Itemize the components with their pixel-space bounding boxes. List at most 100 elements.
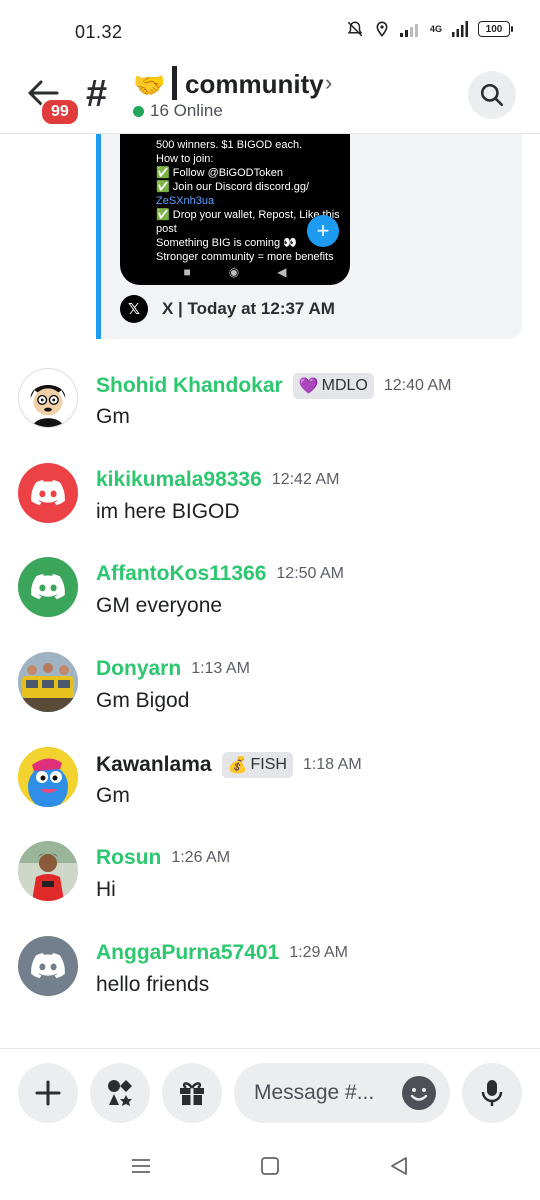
username[interactable]: kikikumala98336 bbox=[96, 468, 262, 492]
network-type: 4G bbox=[429, 23, 442, 34]
timestamp: 1:18 AM bbox=[302, 755, 362, 773]
x-logo-icon: 𝕏 bbox=[120, 295, 148, 323]
avatar[interactable] bbox=[18, 557, 78, 618]
avatar[interactable] bbox=[18, 746, 78, 807]
gift-icon bbox=[180, 1082, 204, 1105]
message-item[interactable]: Shohid Khandokar 💜 MDLO 12:40 AM Gm bbox=[0, 363, 540, 458]
message-header: Donyarn 1:13 AM bbox=[96, 657, 250, 681]
add-attachment-button[interactable] bbox=[18, 1063, 78, 1123]
message-input[interactable] bbox=[254, 1063, 394, 1123]
home-icon[interactable] bbox=[260, 1156, 280, 1176]
tag-icon: 💰 bbox=[227, 756, 248, 774]
channel-divider bbox=[172, 66, 177, 100]
system-navigation-bar bbox=[0, 1140, 540, 1200]
message-header: Shohid Khandokar 💜 MDLO 12:40 AM bbox=[96, 373, 451, 399]
timestamp: 12:42 AM bbox=[271, 470, 340, 488]
message-header: kikikumala98336 12:42 AM bbox=[96, 468, 339, 492]
status-time: 01.32 bbox=[75, 22, 123, 42]
timestamp: 12:40 AM bbox=[383, 377, 452, 394]
message-list: Shohid Khandokar 💜 MDLO 12:40 AM Gm kikik… bbox=[0, 363, 540, 1026]
status-bar: 01.32 4G 100 bbox=[0, 0, 540, 66]
tag-label: MDLO bbox=[321, 377, 368, 394]
menu-icon[interactable] bbox=[131, 1156, 151, 1176]
gift-button[interactable] bbox=[162, 1063, 222, 1123]
avatar[interactable] bbox=[18, 462, 78, 523]
message-item[interactable]: AffantoKos11366 12:50 AM GM everyone bbox=[0, 552, 540, 647]
location-icon bbox=[376, 21, 388, 37]
embed-line: ✅ Follow @BiGODToken bbox=[156, 167, 283, 179]
server-tag[interactable]: 💰 FISH bbox=[221, 751, 293, 778]
signal-icon bbox=[399, 24, 418, 37]
message-header: AffantoKos11366 12:50 AM bbox=[96, 562, 344, 586]
search-icon bbox=[480, 83, 504, 107]
message-composer bbox=[0, 1048, 540, 1140]
timestamp: 1:13 AM bbox=[191, 660, 250, 678]
emoji-button[interactable] bbox=[402, 1076, 436, 1110]
embed-line: Stronger community = more benefits bbox=[156, 251, 334, 263]
channel-emoji: 🤝 bbox=[133, 70, 166, 100]
embed-line: How to join: bbox=[156, 153, 214, 165]
discord-logo-icon bbox=[31, 479, 65, 505]
link-embed[interactable]: 500 winners. $1 BIGOD each. How to join:… bbox=[96, 134, 522, 339]
plus-icon bbox=[35, 1080, 61, 1106]
avatar[interactable] bbox=[18, 841, 78, 902]
avatar[interactable] bbox=[18, 368, 78, 428]
unread-badge: 99 bbox=[40, 98, 80, 126]
server-tag[interactable]: 💜 MDLO bbox=[292, 373, 374, 399]
username[interactable]: AnggaPurna57401 bbox=[96, 941, 279, 965]
embed-navbar: ■ ◉ ◀ bbox=[120, 265, 350, 279]
search-button[interactable] bbox=[468, 71, 516, 119]
plus-icon: + bbox=[307, 215, 339, 247]
message-item[interactable]: Donyarn 1:13 AM Gm Bigod bbox=[0, 647, 540, 742]
timestamp: 1:26 AM bbox=[171, 849, 231, 867]
embed-image[interactable]: 500 winners. $1 BIGOD each. How to join:… bbox=[120, 134, 350, 285]
message-item[interactable]: Rosun 1:26 AM Hi bbox=[0, 836, 540, 931]
emoji-icon bbox=[410, 1088, 428, 1101]
message-input-field[interactable] bbox=[234, 1063, 450, 1123]
username[interactable]: AffantoKos11366 bbox=[96, 562, 266, 586]
message-header: Kawanlama 💰 FISH 1:18 AM bbox=[96, 751, 362, 778]
tag-label: FISH bbox=[250, 755, 287, 773]
signal-icon-2 bbox=[452, 21, 468, 37]
timestamp: 12:50 AM bbox=[276, 565, 344, 583]
embed-line: 500 winners. $1 BIGOD each. bbox=[156, 139, 303, 151]
tag-icon: 💜 bbox=[298, 378, 319, 395]
message-item[interactable]: AnggaPurna57401 1:29 AM hello friends bbox=[0, 931, 540, 1026]
message-text: Gm bbox=[96, 405, 130, 428]
message-item[interactable]: kikikumala98336 12:42 AM im here BIGOD bbox=[0, 458, 540, 553]
online-status-icon bbox=[133, 106, 144, 117]
timestamp: 1:29 AM bbox=[289, 944, 348, 962]
message-text: Gm Bigod bbox=[96, 689, 190, 713]
username[interactable]: Shohid Khandokar bbox=[96, 374, 283, 398]
bell-off-icon bbox=[347, 21, 363, 37]
back-icon[interactable] bbox=[389, 1156, 409, 1176]
embed-source-time: X | Today at 12:37 AM bbox=[162, 299, 335, 318]
message-text: hello friends bbox=[96, 973, 210, 997]
embed-line: ZeSXnh3ua bbox=[156, 195, 215, 207]
username[interactable]: Donyarn bbox=[96, 657, 181, 681]
battery-icon: 100 bbox=[478, 21, 513, 37]
message-text: im here BIGOD bbox=[96, 499, 240, 523]
message-header: Rosun 1:26 AM bbox=[96, 846, 230, 870]
circle-icon: ◉ bbox=[228, 265, 240, 279]
message-item[interactable]: Kawanlama 💰 FISH 1:18 AM Gm bbox=[0, 742, 540, 837]
channel-name[interactable]: community bbox=[185, 68, 324, 100]
discord-logo-icon bbox=[31, 953, 65, 979]
square-icon: ■ bbox=[183, 265, 191, 279]
message-text: GM everyone bbox=[96, 594, 223, 618]
chevron-right-icon[interactable]: › bbox=[325, 70, 332, 96]
message-header: AnggaPurna57401 1:29 AM bbox=[96, 941, 348, 965]
apps-icon bbox=[108, 1080, 132, 1106]
message-text: Hi bbox=[96, 878, 116, 902]
username[interactable]: Kawanlama bbox=[96, 753, 212, 777]
channel-hash-icon: # bbox=[86, 73, 108, 115]
avatar[interactable] bbox=[18, 652, 78, 713]
apps-button[interactable] bbox=[90, 1063, 150, 1123]
status-icons: 4G 100 bbox=[346, 20, 513, 38]
voice-message-button[interactable] bbox=[462, 1063, 522, 1123]
triangle-icon: ◀ bbox=[277, 265, 287, 279]
avatar[interactable] bbox=[18, 936, 78, 997]
microphone-icon bbox=[481, 1080, 503, 1106]
username[interactable]: Rosun bbox=[96, 846, 161, 870]
message-text: Gm bbox=[96, 783, 130, 807]
